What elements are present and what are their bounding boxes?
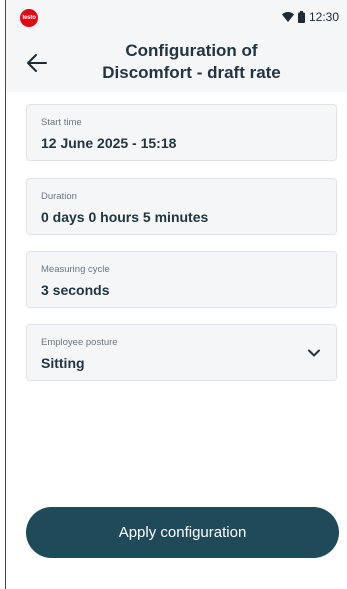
duration-field[interactable]: Duration 0 days 0 hours 5 minutes — [26, 178, 337, 235]
page-title: Configuration of Discomfort - draft rate — [66, 40, 317, 84]
app-header: Configuration of Discomfort - draft rate — [6, 34, 347, 92]
app-screen: testo 12:30 Configuration of Discomfort … — [6, 0, 347, 589]
start-time-field[interactable]: Start time 12 June 2025 - 15:18 — [26, 104, 337, 161]
start-time-value: 12 June 2025 - 15:18 — [41, 135, 177, 151]
status-bar: testo 12:30 — [6, 0, 347, 34]
clock: 12:30 — [308, 10, 339, 24]
employee-posture-select[interactable]: Employee posture Sitting — [26, 324, 337, 381]
status-icons: 12:30 — [281, 10, 339, 24]
measuring-cycle-label: Measuring cycle — [41, 264, 110, 275]
page-title-line2: Discomfort - draft rate — [102, 63, 281, 82]
measuring-cycle-field[interactable]: Measuring cycle 3 seconds — [26, 251, 337, 308]
config-form: Start time 12 June 2025 - 15:18 Duration… — [6, 92, 347, 589]
brand-logo: testo — [20, 9, 38, 27]
battery-icon — [297, 11, 305, 23]
page-title-line1: Configuration of — [125, 41, 258, 60]
wifi-icon — [281, 12, 294, 22]
chevron-down-icon[interactable] — [306, 345, 322, 361]
employee-posture-value: Sitting — [41, 355, 85, 371]
measuring-cycle-value: 3 seconds — [41, 282, 110, 298]
duration-value: 0 days 0 hours 5 minutes — [41, 209, 209, 225]
start-time-label: Start time — [41, 117, 82, 128]
employee-posture-label: Employee posture — [41, 337, 118, 348]
apply-configuration-button[interactable]: Apply configuration — [26, 507, 339, 558]
duration-label: Duration — [41, 191, 77, 202]
back-arrow-icon[interactable] — [24, 50, 50, 76]
